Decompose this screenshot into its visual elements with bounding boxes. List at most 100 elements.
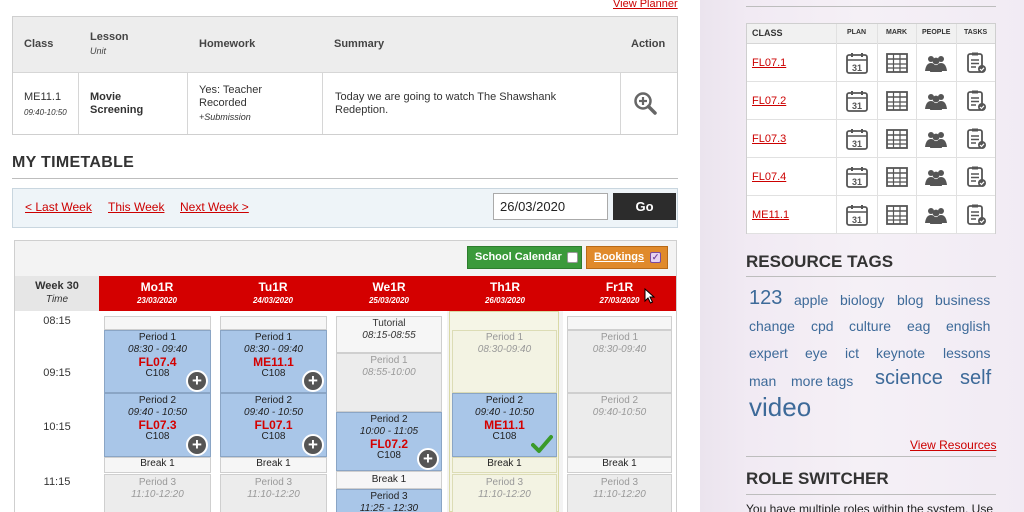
more-tags-link[interactable]: more tags [791,373,853,389]
tag-link[interactable]: change [749,318,795,334]
tag-link[interactable]: keynote [876,345,925,361]
tag-link[interactable]: biology [840,292,884,308]
plan-calendar-icon[interactable]: 31 [845,165,869,189]
mark-grid-icon[interactable] [885,51,909,75]
slot-time: 11:25 - 12:30 [359,503,419,512]
lesson-slot-fri-p2[interactable]: Period 2 09:40-10:50 [567,393,672,457]
class-link[interactable]: FL07.1 [752,57,786,69]
add-plus-icon[interactable]: + [186,370,208,392]
school-calendar-checkbox[interactable] [567,252,578,263]
lesson-slot-wed-tutorial[interactable]: Tutorial 08:15-08:55 [336,316,442,353]
class-link[interactable]: FL07.4 [752,171,786,183]
slot-class-code: FL07.1 [254,418,293,432]
day-name: Th1R [490,280,520,294]
class-link[interactable]: FL07.3 [752,133,786,145]
add-plus-icon[interactable]: + [417,448,439,470]
people-group-icon[interactable] [924,165,948,189]
plan-calendar-icon[interactable]: 31 [845,127,869,151]
lesson-class: ME11.1 [24,91,62,103]
tag-link[interactable]: cpd [811,318,834,334]
tag-link[interactable]: blog [897,292,923,308]
tag-link[interactable]: eag [907,318,930,334]
lesson-slot-mon-p3[interactable]: Period 3 11:10-12:20 [104,474,211,512]
last-week-link[interactable]: < Last Week [25,200,92,214]
tag-link[interactable]: eye [805,345,828,361]
mark-grid-icon[interactable] [885,203,909,227]
summary-line2: Redeption. [335,104,389,116]
plan-calendar-icon[interactable]: 31 [845,203,869,227]
slot-time: 09:40-10:50 [592,407,647,418]
tasks-clipboard-icon[interactable] [964,127,988,151]
slot-period: Period 2 [370,414,408,425]
slot-period: Period 1 [370,355,408,366]
empty-slot [567,316,672,330]
lesson-slot-fri-p3[interactable]: Period 3 11:10-12:20 [567,474,672,512]
tag-link[interactable]: man [749,373,776,389]
slot-time: 08:55-10:00 [362,367,416,378]
plan-calendar-icon[interactable]: 31 [845,89,869,113]
tag-link[interactable]: video [749,392,811,423]
day-header-mon: Mo1R 23/03/2020 [99,276,215,311]
add-plus-icon[interactable]: + [302,434,324,456]
mark-grid-icon[interactable] [885,89,909,113]
tag-link[interactable]: apple [794,292,828,308]
tag-link[interactable]: 123 [749,287,782,310]
tasks-clipboard-icon[interactable] [964,89,988,113]
break-slot: Break 1 [336,471,442,489]
class-row: FL07.2 31 [747,82,995,120]
people-group-icon[interactable] [924,89,948,113]
view-resources-link[interactable]: View Resources [910,438,996,452]
day-date: 25/03/2020 [368,296,410,305]
day-date: 27/03/2020 [599,296,640,305]
next-week-link[interactable]: Next Week > [180,200,249,214]
school-calendar-toggle[interactable]: School Calendar [467,246,582,269]
slot-period: Period 3 [254,477,293,488]
add-plus-icon[interactable]: + [186,434,208,456]
bookings-checkbox[interactable]: ✓ [650,252,661,263]
people-group-icon[interactable] [924,51,948,75]
tag-link[interactable]: expert [749,345,788,361]
people-group-icon[interactable] [924,203,948,227]
mark-grid-icon[interactable] [885,165,909,189]
slot-class-code: ME11.1 [253,355,294,369]
classes-col-people: PEOPLE [922,29,951,36]
slot-period: Period 2 [600,395,639,406]
tag-link[interactable]: culture [849,318,891,334]
zoom-in-icon[interactable] [633,91,657,115]
tag-link[interactable]: self [960,367,991,390]
slot-time: 11:10-12:20 [131,489,184,500]
lesson-time: 09:40-10:50 [24,108,67,117]
tag-link[interactable]: science [875,367,943,390]
homework-line2: Recorded [199,97,247,109]
mark-grid-icon[interactable] [885,127,909,151]
tag-link[interactable]: lessons [943,345,990,361]
tag-link[interactable]: english [946,318,990,334]
tasks-clipboard-icon[interactable] [964,165,988,189]
go-button[interactable]: Go [613,193,676,220]
lesson-slot-thu-p1[interactable]: Period 1 08:30-09:40 [452,330,557,393]
slot-period: Tutorial [372,318,406,329]
class-link[interactable]: ME11.1 [752,209,789,221]
lesson-slot-fri-p1[interactable]: Period 1 08:30-09:40 [567,330,672,393]
add-plus-icon[interactable]: + [302,370,324,392]
lesson-slot-tue-p3[interactable]: Period 3 11:10-12:20 [220,474,327,512]
people-group-icon[interactable] [924,127,948,151]
class-link[interactable]: FL07.2 [752,95,786,107]
bookings-toggle[interactable]: Bookings ✓ [586,246,668,269]
view-planner-link[interactable]: View Planner [613,0,678,10]
plan-calendar-icon[interactable]: 31 [845,51,869,75]
tag-link[interactable]: ict [845,345,859,361]
slot-time: 11:10-12:20 [247,489,300,500]
tasks-clipboard-icon[interactable] [964,51,988,75]
date-input[interactable]: 26/03/2020 [493,193,608,220]
lesson-slot-wed-p1[interactable]: Period 1 08:55-10:00 [336,353,442,412]
day-name: Tu1R [258,280,288,294]
col-header-action: Action [631,38,666,50]
lesson-slot-wed-p3[interactable]: Period 3 11:25 - 12:30 [336,489,442,512]
homework-submission[interactable]: +Submission [199,111,251,124]
col-header-homework: Homework [199,38,256,50]
lesson-slot-thu-p3[interactable]: Period 3 11:10-12:20 [452,474,557,512]
this-week-link[interactable]: This Week [108,200,164,214]
tag-link[interactable]: business [935,292,990,308]
tasks-clipboard-icon[interactable] [964,203,988,227]
